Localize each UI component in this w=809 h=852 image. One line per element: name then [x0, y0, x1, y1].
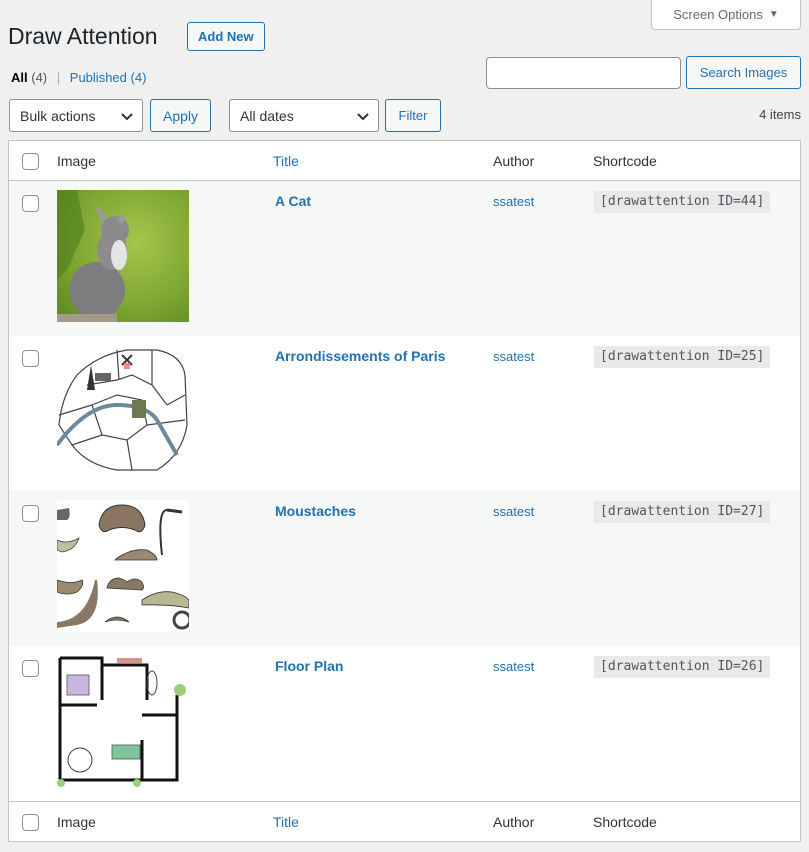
- column-footer-author: Author: [493, 814, 535, 830]
- row-shortcode: [drawattention ID=27]: [594, 501, 771, 523]
- select-all-checkbox-footer[interactable]: [22, 814, 39, 831]
- cat-photo-image: [57, 190, 189, 322]
- select-all-checkbox[interactable]: [22, 153, 39, 170]
- images-table: Image Title Author Shortcode A Cat ssate…: [8, 140, 801, 842]
- row-shortcode: [drawattention ID=44]: [594, 191, 771, 213]
- row-author-link[interactable]: ssatest: [493, 504, 534, 519]
- view-published-count: (4): [130, 70, 147, 85]
- table-footer: Image Title Author Shortcode: [9, 801, 800, 841]
- row-author-link[interactable]: ssatest: [493, 194, 534, 209]
- add-new-button[interactable]: Add New: [187, 22, 265, 51]
- table-row: Floor Plan ssatest [drawattention ID=26]: [9, 646, 800, 801]
- row-author-link[interactable]: ssatest: [493, 659, 534, 674]
- filter-button[interactable]: Filter: [385, 99, 441, 132]
- row-shortcode: [drawattention ID=25]: [594, 346, 771, 368]
- bulk-actions-value: Bulk actions: [20, 107, 96, 124]
- moustaches-thumbnail[interactable]: [57, 500, 189, 632]
- cat-photo-thumbnail[interactable]: [57, 190, 189, 322]
- view-filters: All (4) | Published (4): [11, 70, 146, 85]
- view-published-label: Published: [69, 70, 127, 85]
- column-header-image: Image: [57, 153, 96, 169]
- view-all-label: All: [11, 70, 28, 85]
- screen-options-button[interactable]: Screen Options ▼: [651, 0, 801, 30]
- row-checkbox[interactable]: [22, 350, 39, 367]
- search-images-button[interactable]: Search Images: [686, 56, 801, 89]
- row-title-link[interactable]: Arrondissements of Paris: [275, 348, 445, 364]
- floor-plan-thumbnail[interactable]: [57, 655, 189, 787]
- table-row: A Cat ssatest [drawattention ID=44]: [9, 181, 800, 336]
- row-title-link[interactable]: Moustaches: [275, 503, 356, 519]
- chevron-down-icon: [357, 113, 369, 121]
- row-author-link[interactable]: ssatest: [493, 349, 534, 364]
- caret-down-icon: ▼: [768, 8, 779, 20]
- column-header-shortcode: Shortcode: [593, 153, 657, 169]
- date-filter-select[interactable]: All dates: [229, 99, 379, 132]
- paris-map-image: [57, 345, 189, 477]
- column-footer-shortcode: Shortcode: [593, 814, 657, 830]
- view-separator: |: [56, 70, 61, 85]
- screen-options-label: Screen Options: [673, 6, 763, 22]
- bulk-actions-select[interactable]: Bulk actions: [9, 99, 143, 132]
- table-row: Moustaches ssatest [drawattention ID=27]: [9, 491, 800, 646]
- table-row: Arrondissements of Paris ssatest [drawat…: [9, 336, 800, 491]
- row-checkbox[interactable]: [22, 505, 39, 522]
- floor-plan-image: [57, 655, 189, 787]
- moustaches-image: [57, 500, 189, 632]
- column-footer-title[interactable]: Title: [273, 814, 299, 830]
- date-filter-value: All dates: [240, 107, 294, 124]
- items-count: 4 items: [759, 107, 801, 122]
- row-checkbox[interactable]: [22, 195, 39, 212]
- chevron-down-icon: [121, 113, 133, 121]
- row-checkbox[interactable]: [22, 660, 39, 677]
- column-header-author: Author: [493, 153, 535, 169]
- column-footer-image: Image: [57, 814, 96, 830]
- column-header-title[interactable]: Title: [273, 153, 299, 169]
- row-shortcode: [drawattention ID=26]: [594, 656, 771, 678]
- row-title-link[interactable]: A Cat: [275, 193, 311, 209]
- page-title: Draw Attention: [8, 23, 158, 49]
- view-published-link[interactable]: Published (4): [70, 70, 147, 85]
- row-title-link[interactable]: Floor Plan: [275, 658, 343, 674]
- paris-map-thumbnail[interactable]: [57, 345, 189, 477]
- search-input[interactable]: [486, 57, 681, 89]
- view-all-count: (4): [31, 70, 48, 85]
- view-all-link[interactable]: All (4): [11, 70, 51, 85]
- apply-button[interactable]: Apply: [150, 99, 211, 132]
- table-header: Image Title Author Shortcode: [9, 141, 800, 181]
